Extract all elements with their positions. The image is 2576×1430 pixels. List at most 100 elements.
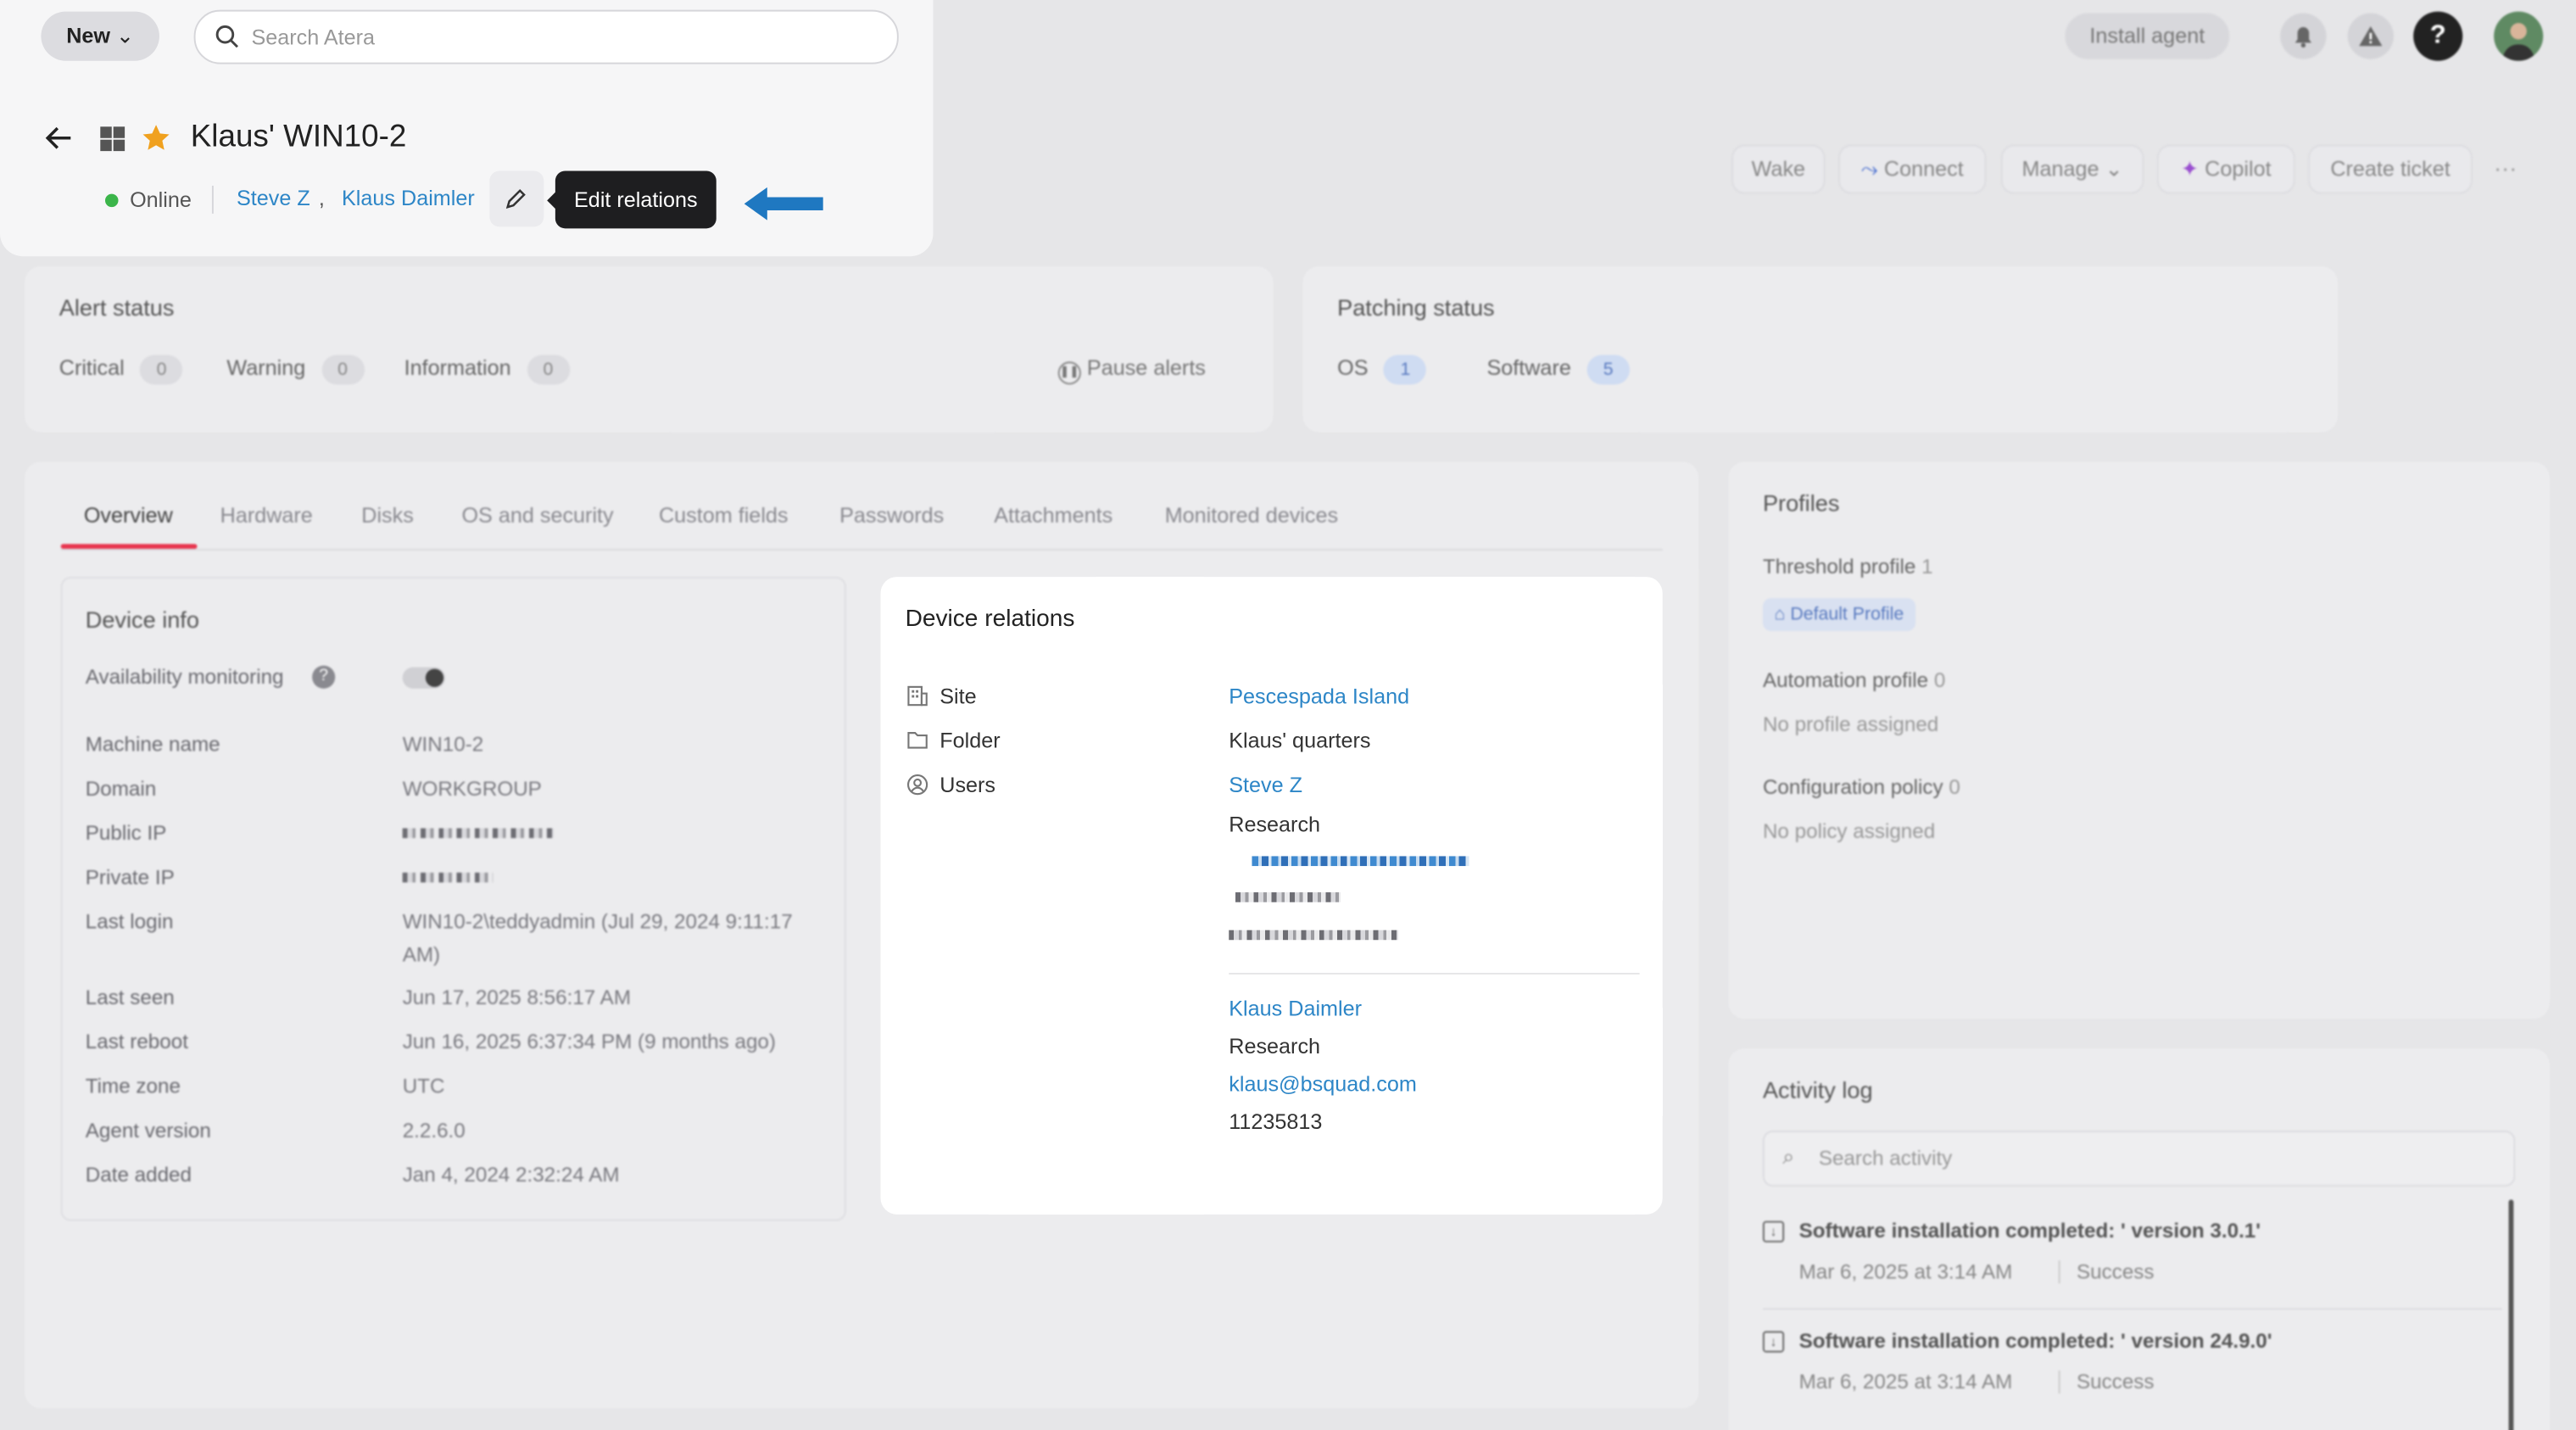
no-profile-text: No profile assigned bbox=[1762, 712, 1939, 736]
warning-count: 0 bbox=[321, 355, 365, 385]
pause-alerts-button[interactable]: ❚❚ Pause alerts bbox=[1057, 355, 1206, 385]
os-count[interactable]: 1 bbox=[1384, 355, 1427, 385]
building-icon bbox=[907, 685, 928, 707]
tab-custom-fields[interactable]: Custom fields bbox=[659, 503, 789, 528]
help-circle-icon: ? bbox=[312, 665, 336, 689]
config-policy-count: 0 bbox=[1949, 775, 1960, 799]
activity-item-date: Mar 6, 2025 at 3:14 AM bbox=[1798, 1260, 2013, 1284]
information-count: 0 bbox=[527, 355, 570, 385]
profiles-card: Profiles Threshold profile 1 ⌂ Default P… bbox=[1728, 461, 2550, 1019]
info-row-value-cont: AM) bbox=[402, 943, 441, 967]
info-row-label: Machine name bbox=[85, 733, 220, 757]
activity-item-date: Mar 6, 2025 at 3:14 AM bbox=[1798, 1370, 2013, 1394]
status-text: Online bbox=[130, 187, 192, 212]
avatar[interactable] bbox=[2494, 11, 2544, 61]
alert-status-card: Alert status Critical 0 Warning 0 Inform… bbox=[25, 265, 1274, 433]
site-link[interactable]: Pescespada Island bbox=[1229, 684, 1409, 708]
user-link-steve[interactable]: Steve Z bbox=[237, 186, 310, 210]
tab-attachments[interactable]: Attachments bbox=[994, 503, 1112, 528]
config-policy-label: Configuration policy bbox=[1762, 775, 1943, 799]
info-row-label: Public IP bbox=[85, 821, 167, 845]
alert-status-title: Alert status bbox=[59, 293, 175, 321]
tab-passwords[interactable]: Passwords bbox=[839, 503, 944, 528]
info-row-value: WIN10-2\teddyadmin (Jul 29, 2024 9:11:17 bbox=[402, 910, 793, 934]
copilot-button[interactable]: ✦ Copilot bbox=[2156, 144, 2295, 194]
user-circle-icon bbox=[906, 774, 928, 796]
activity-search-placeholder: Search activity bbox=[1818, 1147, 1953, 1170]
information-label: Information bbox=[404, 355, 511, 380]
software-count[interactable]: 5 bbox=[1586, 355, 1630, 385]
users-label: Users bbox=[940, 772, 996, 797]
manage-button[interactable]: Manage ⌄ bbox=[2000, 144, 2144, 194]
connect-icon: ⤳ bbox=[1860, 156, 1878, 182]
online-dot bbox=[105, 193, 119, 208]
info-row-label: Agent version bbox=[85, 1119, 211, 1142]
info-row-value: Jan 4, 2024 2:32:24 AM bbox=[402, 1163, 620, 1187]
wake-button[interactable]: Wake bbox=[1731, 144, 1826, 194]
default-profile-chip[interactable]: ⌂ Default Profile bbox=[1762, 598, 1915, 631]
activity-search-input[interactable]: ⌕ Search activity bbox=[1762, 1131, 2516, 1187]
activity-item-text: Software installation completed: ' versi… bbox=[1798, 1219, 2261, 1243]
sparkle-icon: ✦ bbox=[2181, 156, 2200, 182]
os-label: OS bbox=[1337, 355, 1369, 380]
tab-overview[interactable]: Overview bbox=[84, 503, 173, 528]
user-link-klaus[interactable]: Klaus Daimler bbox=[342, 186, 475, 210]
info-row-label: Time zone bbox=[85, 1075, 181, 1098]
automation-profile-count: 0 bbox=[1933, 668, 1946, 692]
search-icon bbox=[215, 25, 238, 48]
patching-status-title: Patching status bbox=[1337, 293, 1495, 321]
public-ip-redacted bbox=[402, 828, 554, 839]
user-steve-link[interactable]: Steve Z bbox=[1229, 773, 1302, 797]
user-separator: , bbox=[318, 185, 325, 210]
alert-triangle-icon[interactable] bbox=[2347, 13, 2394, 59]
edit-relations-tooltip: Edit relations bbox=[555, 170, 716, 229]
user-steve-phone-redacted bbox=[1235, 892, 1341, 902]
more-icon[interactable]: ··· bbox=[2494, 154, 2517, 181]
availability-label: Availability monitoring bbox=[85, 665, 284, 689]
pencil-icon bbox=[505, 188, 526, 209]
search-placeholder: Search Atera bbox=[251, 25, 376, 50]
info-row-label: Last reboot bbox=[85, 1030, 188, 1053]
create-ticket-button[interactable]: Create ticket bbox=[2308, 144, 2473, 194]
info-row-value: 2.2.6.0 bbox=[402, 1119, 466, 1142]
edit-relations-button[interactable] bbox=[489, 170, 544, 227]
search-input[interactable]: Search Atera bbox=[193, 9, 899, 64]
info-row-label: Private IP bbox=[85, 866, 175, 890]
no-policy-text: No policy assigned bbox=[1762, 819, 1936, 843]
user-klaus-email[interactable]: klaus@bsquad.com bbox=[1229, 1071, 1417, 1096]
folder-value: Klaus' quarters bbox=[1229, 728, 1371, 753]
arrow-left-icon bbox=[744, 187, 823, 221]
scrollbar[interactable] bbox=[2508, 1199, 2514, 1430]
user-steve-dept: Research bbox=[1229, 812, 1321, 837]
user-klaus-link[interactable]: Klaus Daimler bbox=[1229, 996, 1362, 1020]
user-klaus-dept: Research bbox=[1229, 1033, 1321, 1059]
profiles-title: Profiles bbox=[1762, 489, 1840, 517]
info-row-value: WORKGROUP bbox=[402, 777, 542, 801]
user-klaus-phone: 11235813 bbox=[1229, 1109, 1323, 1134]
back-arrow-icon[interactable] bbox=[42, 123, 75, 153]
tab-hardware[interactable]: Hardware bbox=[220, 503, 313, 528]
activity-item-text: Software installation completed: ' versi… bbox=[1798, 1329, 2272, 1353]
site-label: Site bbox=[940, 684, 977, 709]
info-row-label: Last seen bbox=[85, 986, 175, 1009]
install-agent-button[interactable]: Install agent bbox=[2065, 13, 2230, 59]
install-icon: ↓ bbox=[1762, 1331, 1785, 1353]
private-ip-redacted bbox=[402, 872, 493, 883]
tab-disks[interactable]: Disks bbox=[361, 503, 414, 528]
activity-log-card: Activity log ⌕ Search activity ↓ Softwar… bbox=[1728, 1048, 2550, 1430]
folder-icon bbox=[907, 732, 928, 749]
bell-icon[interactable] bbox=[2280, 13, 2327, 59]
activity-item-status: Success bbox=[2058, 1370, 2155, 1394]
user-steve-extra-redacted bbox=[1229, 930, 1398, 941]
star-icon[interactable] bbox=[142, 123, 171, 153]
device-relations-title: Device relations bbox=[905, 606, 1075, 633]
connect-button[interactable]: ⤳ Connect bbox=[1838, 144, 1987, 194]
availability-toggle[interactable] bbox=[402, 667, 446, 689]
threshold-profile-count: 1 bbox=[1921, 555, 1933, 578]
warning-label: Warning bbox=[226, 355, 306, 380]
help-icon[interactable]: ? bbox=[2413, 11, 2463, 61]
new-button[interactable]: New ⌄ bbox=[41, 11, 159, 61]
tab-os-security[interactable]: OS and security bbox=[461, 503, 613, 528]
tab-monitored-devices[interactable]: Monitored devices bbox=[1165, 503, 1338, 528]
search-icon: ⌕ bbox=[1782, 1143, 1795, 1169]
